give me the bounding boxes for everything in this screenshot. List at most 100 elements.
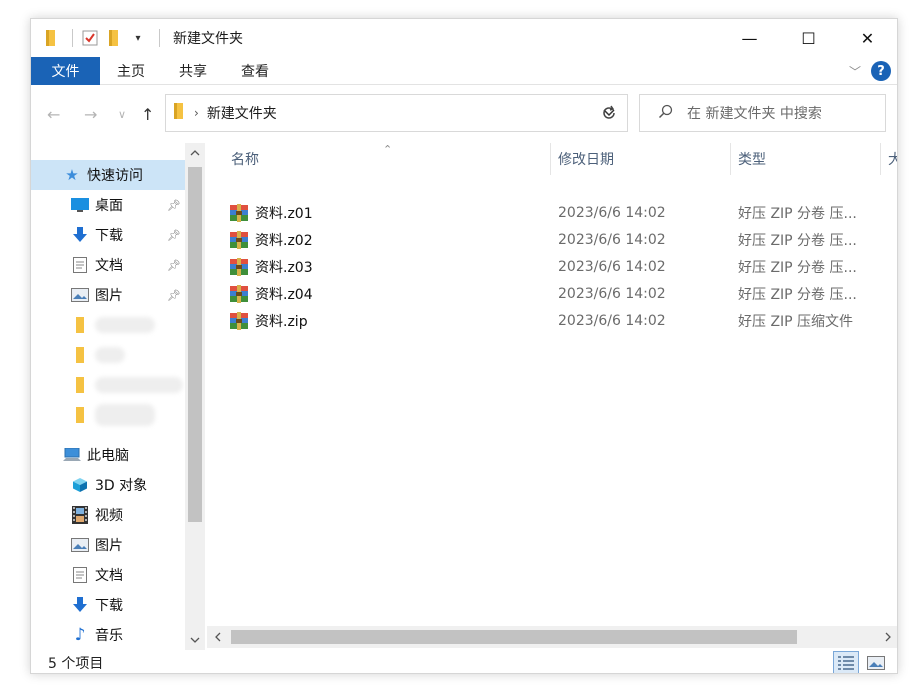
desktop-icon bbox=[71, 197, 89, 213]
maximize-button[interactable]: ☐ bbox=[779, 19, 838, 57]
file-name-cell[interactable]: 资料.zip bbox=[229, 311, 308, 331]
sidebar-scrollbar[interactable] bbox=[185, 143, 205, 650]
pin-icon[interactable]: 📌︎ bbox=[167, 229, 181, 242]
pin-icon[interactable]: 📌︎ bbox=[167, 199, 181, 212]
sidebar-item-blurred-folder[interactable] bbox=[31, 310, 185, 340]
window-title: 新建文件夹 bbox=[173, 31, 243, 47]
forward-arrow-icon[interactable]: → bbox=[84, 105, 97, 124]
scroll-up-icon[interactable] bbox=[185, 143, 205, 163]
address-bar[interactable]: › 新建文件夹 bbox=[165, 94, 628, 132]
navigation-bar: ← → ∨ ↑ › 新建文件夹 在 新建文件夹 中搜索 bbox=[31, 85, 897, 143]
new-folder-icon[interactable] bbox=[104, 27, 124, 49]
large-icons-view-icon bbox=[867, 656, 885, 670]
details-view-button[interactable] bbox=[833, 651, 859, 673]
tab-view[interactable]: 查看 bbox=[224, 57, 286, 85]
customize-qat-icon[interactable]: ▾ bbox=[128, 27, 148, 49]
minimize-button[interactable]: — bbox=[720, 19, 779, 57]
scrollbar-thumb[interactable] bbox=[231, 630, 797, 644]
search-placeholder: 在 新建文件夹 中搜索 bbox=[687, 106, 822, 122]
file-name-cell[interactable]: 资料.z03 bbox=[229, 257, 313, 277]
scroll-down-icon[interactable] bbox=[185, 630, 205, 650]
sidebar-item-music[interactable]: ♪ 音乐 bbox=[31, 620, 185, 650]
archive-icon bbox=[229, 203, 249, 222]
column-header-size[interactable]: 大 bbox=[888, 143, 897, 175]
sidebar-item-documents[interactable]: 文档 📌︎ bbox=[31, 250, 185, 280]
column-header-date[interactable]: 修改日期 bbox=[558, 143, 614, 175]
sidebar-item-pc-downloads[interactable]: 下载 bbox=[31, 590, 185, 620]
sidebar-item-blurred-folder[interactable] bbox=[31, 370, 185, 400]
sidebar-item-downloads[interactable]: 下载 📌︎ bbox=[31, 220, 185, 250]
recent-locations-chevron-icon[interactable]: ∨ bbox=[118, 108, 126, 121]
music-note-icon: ♪ bbox=[74, 625, 86, 645]
sidebar-item-this-pc[interactable]: 此电脑 bbox=[31, 440, 185, 470]
folder-icon bbox=[71, 407, 89, 423]
folder-icon bbox=[71, 317, 89, 333]
tab-share[interactable]: 共享 bbox=[162, 57, 224, 85]
file-name-cell[interactable]: 资料.z04 bbox=[229, 284, 313, 304]
breadcrumb-current[interactable]: 新建文件夹 bbox=[207, 103, 277, 123]
sidebar-item-pictures[interactable]: 图片 📌︎ bbox=[31, 280, 185, 310]
up-arrow-icon[interactable]: ↑ bbox=[141, 105, 154, 124]
scroll-right-icon[interactable] bbox=[877, 626, 897, 648]
large-icons-view-button[interactable] bbox=[863, 651, 889, 673]
file-name: 资料.z03 bbox=[255, 259, 313, 276]
properties-icon[interactable] bbox=[80, 27, 100, 49]
file-row[interactable]: 资料.z02 2023/6/6 14:02 好压 ZIP 分卷 压... bbox=[229, 226, 869, 253]
title-bar: ▾ 新建文件夹 — ☐ ✕ bbox=[31, 19, 897, 57]
help-button[interactable]: ? bbox=[871, 61, 891, 81]
file-type: 好压 ZIP 分卷 压... bbox=[738, 286, 857, 303]
file-date: 2023/6/6 14:02 bbox=[558, 285, 666, 302]
pin-icon[interactable]: 📌︎ bbox=[167, 289, 181, 302]
back-arrow-icon[interactable]: ← bbox=[47, 105, 60, 124]
column-header-name[interactable]: 名称 bbox=[231, 143, 259, 175]
tab-home[interactable]: 主页 bbox=[100, 57, 162, 85]
scroll-left-icon[interactable] bbox=[207, 626, 229, 648]
sidebar-item-label: 下载 bbox=[95, 228, 123, 244]
file-row[interactable]: 资料.zip 2023/6/6 14:02 好压 ZIP 压缩文件 bbox=[229, 307, 869, 334]
search-input[interactable]: 在 新建文件夹 中搜索 bbox=[639, 94, 886, 132]
sidebar-item-label: 文档 bbox=[95, 258, 123, 274]
file-name: 资料.z01 bbox=[255, 205, 313, 222]
window-controls: — ☐ ✕ bbox=[720, 19, 897, 57]
file-date: 2023/6/6 14:02 bbox=[558, 231, 666, 248]
sidebar-item-label: 此电脑 bbox=[87, 448, 129, 464]
folder-icon bbox=[41, 27, 61, 49]
scrollbar-thumb[interactable] bbox=[188, 167, 202, 522]
sidebar-item-videos[interactable]: 视频 bbox=[31, 500, 185, 530]
pin-icon[interactable]: 📌︎ bbox=[167, 259, 181, 272]
sidebar-item-blurred-folder[interactable] bbox=[31, 400, 185, 430]
file-name-cell[interactable]: 资料.z01 bbox=[229, 203, 313, 223]
quick-access-toolbar: ▾ bbox=[31, 19, 167, 57]
sidebar-item-blurred-folder[interactable] bbox=[31, 340, 185, 370]
sidebar-item-3d-objects[interactable]: 3D 对象 bbox=[31, 470, 185, 500]
picture-icon bbox=[71, 537, 89, 553]
item-count: 5 个项目 bbox=[48, 655, 104, 672]
tab-file[interactable]: 文件 bbox=[31, 56, 100, 85]
breadcrumb-chevron-icon[interactable]: › bbox=[194, 106, 199, 120]
sidebar-item-quick-access[interactable]: ★ 快速访问 bbox=[31, 160, 185, 190]
film-icon bbox=[71, 506, 89, 524]
sidebar-item-desktop[interactable]: 桌面 📌︎ bbox=[31, 190, 185, 220]
view-switcher bbox=[829, 651, 889, 673]
file-type: 好压 ZIP 分卷 压... bbox=[738, 259, 857, 276]
sidebar-item-label: 文档 bbox=[95, 568, 123, 584]
archive-icon bbox=[229, 230, 249, 249]
sidebar-item-label: 图片 bbox=[95, 288, 123, 304]
file-name-cell[interactable]: 资料.z02 bbox=[229, 230, 313, 250]
refresh-button[interactable] bbox=[591, 94, 628, 132]
column-header-type[interactable]: 类型 bbox=[738, 143, 766, 175]
file-row[interactable]: 资料.z04 2023/6/6 14:02 好压 ZIP 分卷 压... bbox=[229, 280, 869, 307]
file-row[interactable]: 资料.z01 2023/6/6 14:02 好压 ZIP 分卷 压... bbox=[229, 199, 869, 226]
file-row[interactable]: 资料.z03 2023/6/6 14:02 好压 ZIP 分卷 压... bbox=[229, 253, 869, 280]
folder-icon bbox=[71, 347, 89, 363]
details-view-icon bbox=[838, 656, 854, 670]
sidebar-item-label: 图片 bbox=[95, 538, 123, 554]
sidebar-item-pc-pictures[interactable]: 图片 bbox=[31, 530, 185, 560]
sidebar-item-label: 快速访问 bbox=[87, 168, 143, 184]
picture-icon bbox=[71, 287, 89, 303]
close-button[interactable]: ✕ bbox=[838, 19, 897, 57]
expand-ribbon-icon[interactable]: ﹀ bbox=[849, 63, 861, 80]
horizontal-scrollbar[interactable] bbox=[207, 626, 897, 648]
file-date: 2023/6/6 14:02 bbox=[558, 312, 666, 329]
sidebar-item-pc-documents[interactable]: 文档 bbox=[31, 560, 185, 590]
